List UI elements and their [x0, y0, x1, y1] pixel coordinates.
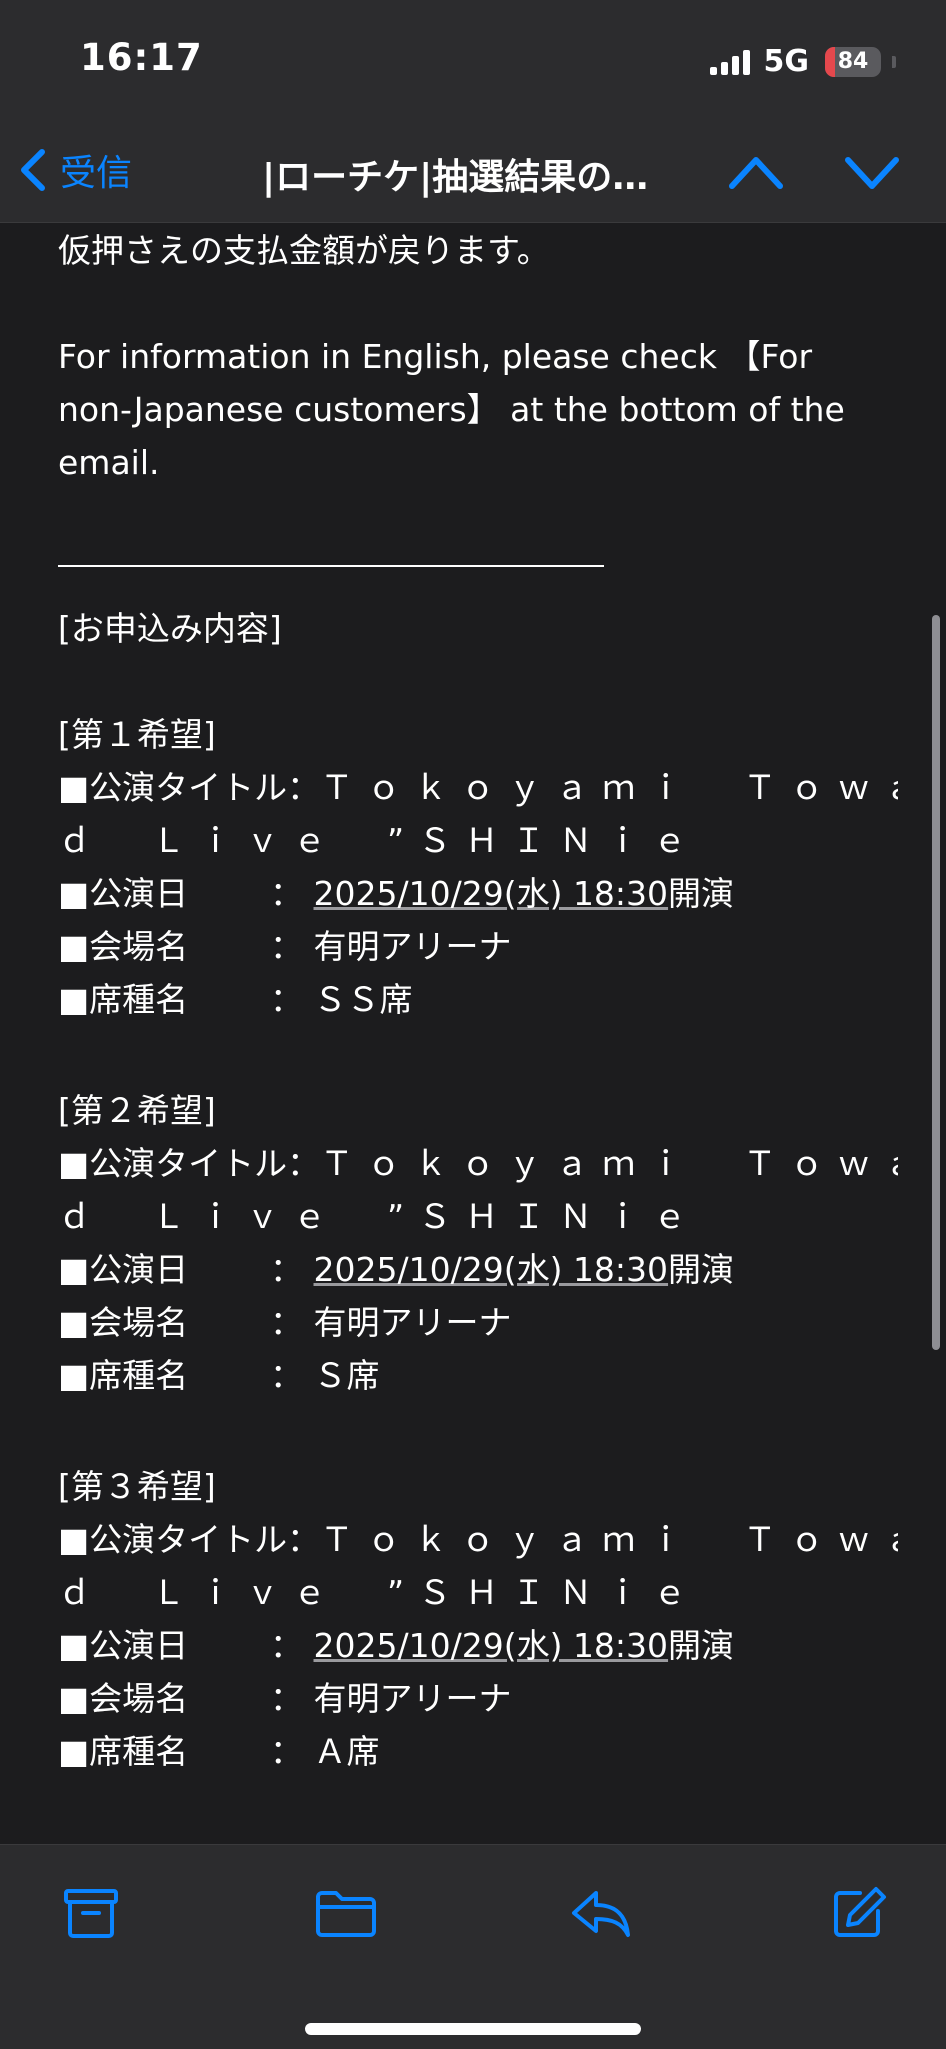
choice-1-date-label: ■公演日: [58, 874, 189, 913]
chevron-left-icon: [21, 149, 45, 191]
choice-1-title-value-cont: ｄ Ｌｉｖｅ ”ＳＨＩＮｉｅ: [58, 821, 701, 860]
scrollbar[interactable]: [932, 615, 940, 1350]
section-heading: [お申込み内容]: [58, 609, 282, 648]
cellular-signal-icon: [709, 49, 750, 75]
choice-1-seat-row: ■席種名： ＳＳ席: [58, 980, 413, 1019]
choice-3-venue-value: 有明アリーナ: [313, 1679, 512, 1718]
email-body: 仮押さえの支払金額が戻ります。 For information in Engli…: [58, 222, 898, 1844]
battery-icon: 84: [825, 46, 881, 77]
next-message-button[interactable]: [844, 148, 900, 196]
choice-1-venue-value: 有明アリーナ: [313, 927, 512, 966]
email-subject-title: |ローチケ|抽選結果の…: [262, 157, 649, 198]
choice-2-date-row: ■公演日： 2025/10/29(水) 18:30開演: [58, 1250, 735, 1289]
intro-text: 仮押さえの支払金額が戻ります。: [58, 231, 550, 270]
battery-level: 84: [837, 49, 869, 74]
choice-1-date-link[interactable]: 2025/10/29(水) 18:30: [314, 874, 669, 913]
choice-1-title-row: ■公演タイトル：Ｔｏｋｏｙａｍｉ Ｔｏｗａ ２ｎ: [58, 761, 898, 814]
choice-3-heading: [第３希望]: [58, 1467, 216, 1506]
compose-icon[interactable]: [830, 1885, 888, 1941]
back-label: 受信: [60, 153, 133, 194]
choice-2-title-value: Ｔｏｋｏｙａｍｉ Ｔｏｗａ ２ｎ: [320, 1144, 898, 1183]
archive-icon[interactable]: [62, 1885, 120, 1941]
choice-3-title-row: ■公演タイトル：Ｔｏｋｏｙａｍｉ Ｔｏｗａ ２ｎ: [58, 1513, 898, 1566]
choice-2-date-link[interactable]: 2025/10/29(水) 18:30: [314, 1250, 669, 1289]
english-notice-line-1: For information in English, please check…: [58, 337, 813, 376]
choice-1-title-label: ■公演タイトル：: [58, 768, 321, 807]
choice-2-title-value-cont: ｄ Ｌｉｖｅ ”ＳＨＩＮｉｅ: [58, 1197, 701, 1236]
choice-1-heading: [第１希望]: [58, 715, 216, 754]
choice-2-venue-value: 有明アリーナ: [313, 1303, 512, 1342]
choice-1-date-row: ■公演日： 2025/10/29(水) 18:30開演: [58, 867, 734, 920]
choice-3-date-row: ■公演日： 2025/10/29(水) 18:30開演: [58, 1626, 735, 1665]
mail-nav-bar: 受信 |ローチケ|抽選結果の…: [0, 120, 946, 223]
choice-3-seat-row: ■席種名： Ａ席: [58, 1732, 380, 1771]
folder-icon[interactable]: [314, 1885, 378, 1941]
previous-message-button[interactable]: [728, 148, 784, 196]
choice-2-venue-row: ■会場名： 有明アリーナ: [58, 1303, 512, 1342]
choice-3-title-value-cont: ｄ Ｌｉｖｅ ”ＳＨＩＮｉｅ: [58, 1573, 701, 1612]
choice-1-title-value: Ｔｏｋｏｙａｍｉ Ｔｏｗａ ２ｎ: [320, 768, 898, 807]
status-bar: 16:17 5G 84: [0, 0, 946, 120]
choice-2-seat-value: Ｓ席: [313, 1356, 380, 1395]
bottom-toolbar: [0, 1844, 946, 2049]
status-indicators: 5G 84: [709, 44, 896, 79]
choice-3-seat-value: Ａ席: [313, 1732, 380, 1771]
status-time: 16:17: [80, 36, 203, 79]
divider-line: [58, 565, 604, 567]
reply-icon[interactable]: [570, 1885, 632, 1941]
choice-1-seat-value: ＳＳ席: [313, 980, 413, 1019]
back-button[interactable]: 受信: [18, 144, 132, 196]
choice-2-heading: [第２希望]: [58, 1091, 216, 1130]
choice-3-venue-row: ■会場名： 有明アリーナ: [58, 1679, 512, 1718]
choice-1-venue-row: ■会場名： 有明アリーナ: [58, 927, 512, 966]
choice-2-seat-row: ■席種名： Ｓ席: [58, 1356, 380, 1395]
english-notice-line-3: email.: [58, 443, 160, 482]
choice-3-title-value: Ｔｏｋｏｙａｍｉ Ｔｏｗａ ２ｎ: [320, 1520, 898, 1559]
choice-3-date-link[interactable]: 2025/10/29(水) 18:30: [314, 1626, 669, 1665]
home-indicator[interactable]: [305, 2023, 641, 2035]
english-notice-line-2: non-Japanese customers】 at the bottom of…: [58, 390, 845, 429]
network-type: 5G: [763, 44, 810, 79]
choice-2-title-row: ■公演タイトル：Ｔｏｋｏｙａｍｉ Ｔｏｗａ ２ｎ: [58, 1137, 898, 1190]
